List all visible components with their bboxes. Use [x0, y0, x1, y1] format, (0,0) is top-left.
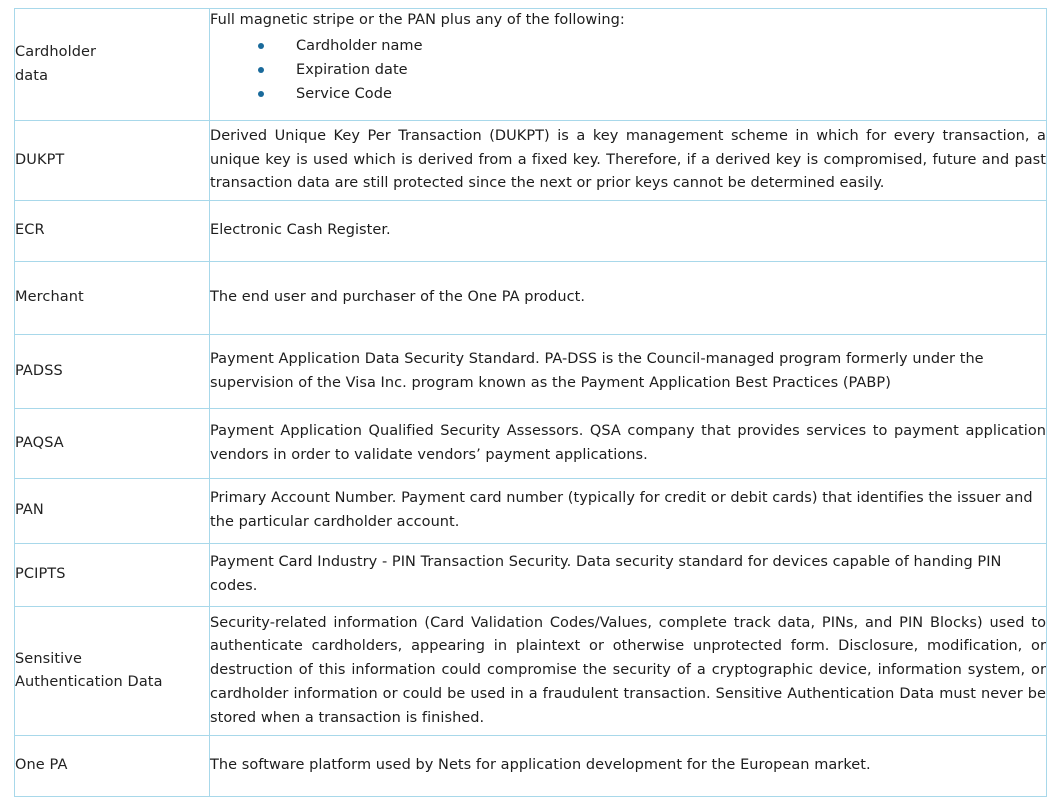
- list-item-label: Expiration date: [296, 61, 408, 78]
- definition-cell-one-pa: The software platform used by Nets for a…: [209, 735, 1047, 797]
- list-item: Expiration date: [210, 58, 1046, 82]
- table-row: Cardholder data Full magnetic stripe or …: [14, 8, 1047, 121]
- term-label-line2: Authentication Data: [15, 674, 163, 690]
- term-cell-paqsa: PAQSA: [14, 408, 210, 479]
- term-cell-padss: PADSS: [14, 334, 210, 409]
- definition-text: Security-related information (Card Valid…: [210, 614, 1046, 726]
- table-row: PAN Primary Account Number. Payment card…: [14, 478, 1047, 544]
- table-row: Sensitive Authentication Data Security-r…: [14, 606, 1047, 736]
- glossary-table-body: Cardholder data Full magnetic stripe or …: [14, 8, 1047, 797]
- definition-cell-paqsa: Payment Application Qualified Security A…: [209, 408, 1047, 479]
- list-item: Service Code: [210, 82, 1046, 106]
- definition-text: Electronic Cash Register.: [210, 222, 391, 239]
- definition-text: The software platform used by Nets for a…: [210, 757, 871, 774]
- glossary-table: Cardholder data Full magnetic stripe or …: [14, 8, 1047, 797]
- term-cell-dukpt: DUKPT: [14, 120, 210, 201]
- table-row: DUKPT Derived Unique Key Per Transaction…: [14, 120, 1047, 201]
- definition-text: Payment Card Industry - PIN Transaction …: [210, 554, 1002, 594]
- term-cell-one-pa: One PA: [14, 735, 210, 797]
- table-row: PCIPTS Payment Card Industry - PIN Trans…: [14, 543, 1047, 607]
- definition-cell-ecr: Electronic Cash Register.: [209, 200, 1047, 262]
- definition-cell-sensitive-authentication-data: Security-related information (Card Valid…: [209, 606, 1047, 736]
- table-row: PAQSA Payment Application Qualified Secu…: [14, 408, 1047, 479]
- table-row: One PA The software platform used by Net…: [14, 735, 1047, 797]
- bullet-dot-icon: [258, 90, 264, 97]
- table-row: PADSS Payment Application Data Security …: [14, 334, 1047, 409]
- term-cell-merchant: Merchant: [14, 261, 210, 335]
- definition-cell-dukpt: Derived Unique Key Per Transaction (DUKP…: [209, 120, 1047, 201]
- term-cell-cardholder-data: Cardholder data: [14, 8, 210, 121]
- definition-cell-padss: Payment Application Data Security Standa…: [209, 334, 1047, 409]
- term-cell-pcipts: PCIPTS: [14, 543, 210, 607]
- list-item-label: Service Code: [296, 85, 392, 102]
- table-row: Merchant The end user and purchaser of t…: [14, 261, 1047, 335]
- list-item: Cardholder name: [210, 34, 1046, 58]
- definition-cell-merchant: The end user and purchaser of the One PA…: [209, 261, 1047, 335]
- term-cell-ecr: ECR: [14, 200, 210, 262]
- term-label-line2: data: [15, 67, 49, 84]
- definition-cell-pcipts: Payment Card Industry - PIN Transaction …: [209, 543, 1047, 607]
- definition-intro-text: Full magnetic stripe or the PAN plus any…: [210, 12, 625, 28]
- definition-text: Derived Unique Key Per Transaction (DUKP…: [210, 127, 1046, 192]
- definition-cell-pan: Primary Account Number. Payment card num…: [209, 478, 1047, 544]
- bullet-dot-icon: [258, 66, 264, 73]
- term-cell-pan: PAN: [14, 478, 210, 544]
- definition-cell-cardholder-data: Full magnetic stripe or the PAN plus any…: [209, 8, 1047, 121]
- term-label-line1: Cardholder: [15, 44, 97, 61]
- definition-text: Primary Account Number. Payment card num…: [210, 490, 1033, 530]
- definition-text: The end user and purchaser of the One PA…: [210, 289, 586, 306]
- definition-bullet-list: Cardholder name Expiration date Service …: [210, 34, 1046, 106]
- definition-text: Payment Application Qualified Security A…: [210, 422, 1046, 463]
- table-row: ECR Electronic Cash Register.: [14, 200, 1047, 262]
- list-item-label: Cardholder name: [296, 37, 423, 54]
- glossary-page: Cardholder data Full magnetic stripe or …: [0, 0, 1060, 797]
- term-label-line1: Sensitive: [15, 650, 83, 667]
- definition-text: Payment Application Data Security Standa…: [210, 350, 984, 391]
- bullet-dot-icon: [258, 42, 264, 49]
- term-cell-sensitive-authentication-data: Sensitive Authentication Data: [14, 606, 210, 736]
